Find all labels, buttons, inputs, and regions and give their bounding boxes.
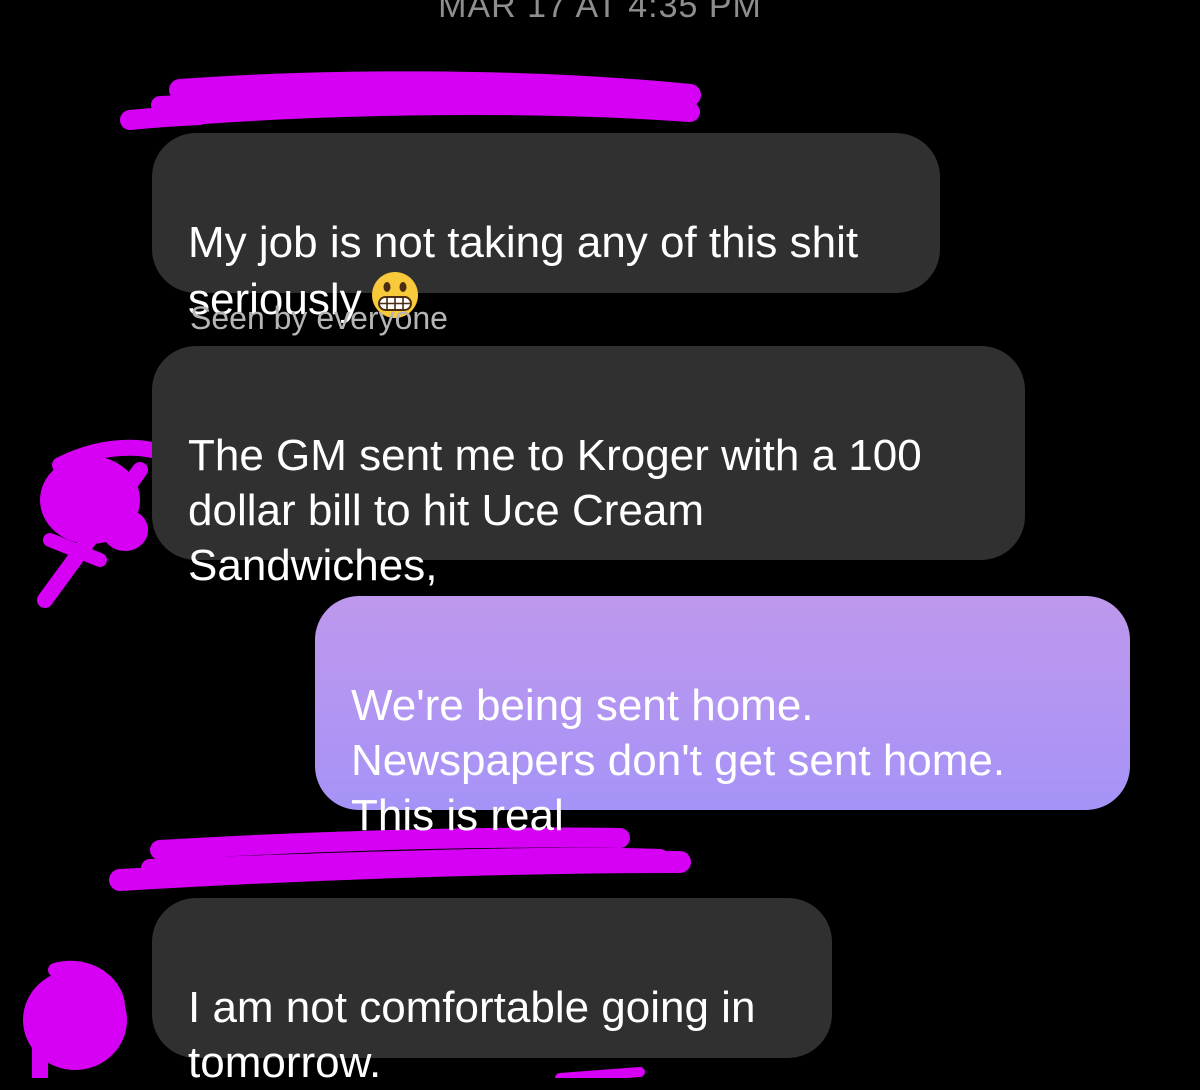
outgoing-message-bubble[interactable]: We're being sent home. Newspapers don't … [315, 596, 1130, 840]
incoming-message-bubble[interactable]: I am not comfortable going in tomorrow. [152, 898, 832, 1087]
thread-timestamp: MAR 17 AT 4:35 PM [438, 0, 762, 25]
incoming-message-bubble[interactable]: The GM sent me to Kroger with a 100 doll… [152, 346, 1025, 590]
incoming-message-bubble[interactable]: My job is not taking any of this shit se… [152, 133, 940, 324]
message-text: The GM sent me to Kroger with a 100 doll… [188, 431, 922, 590]
message-text: We're being sent home. Newspapers don't … [351, 681, 1006, 840]
seen-status: Seen by everyone [190, 300, 448, 336]
message-text: I am not comfortable going in tomorrow. [188, 983, 756, 1087]
